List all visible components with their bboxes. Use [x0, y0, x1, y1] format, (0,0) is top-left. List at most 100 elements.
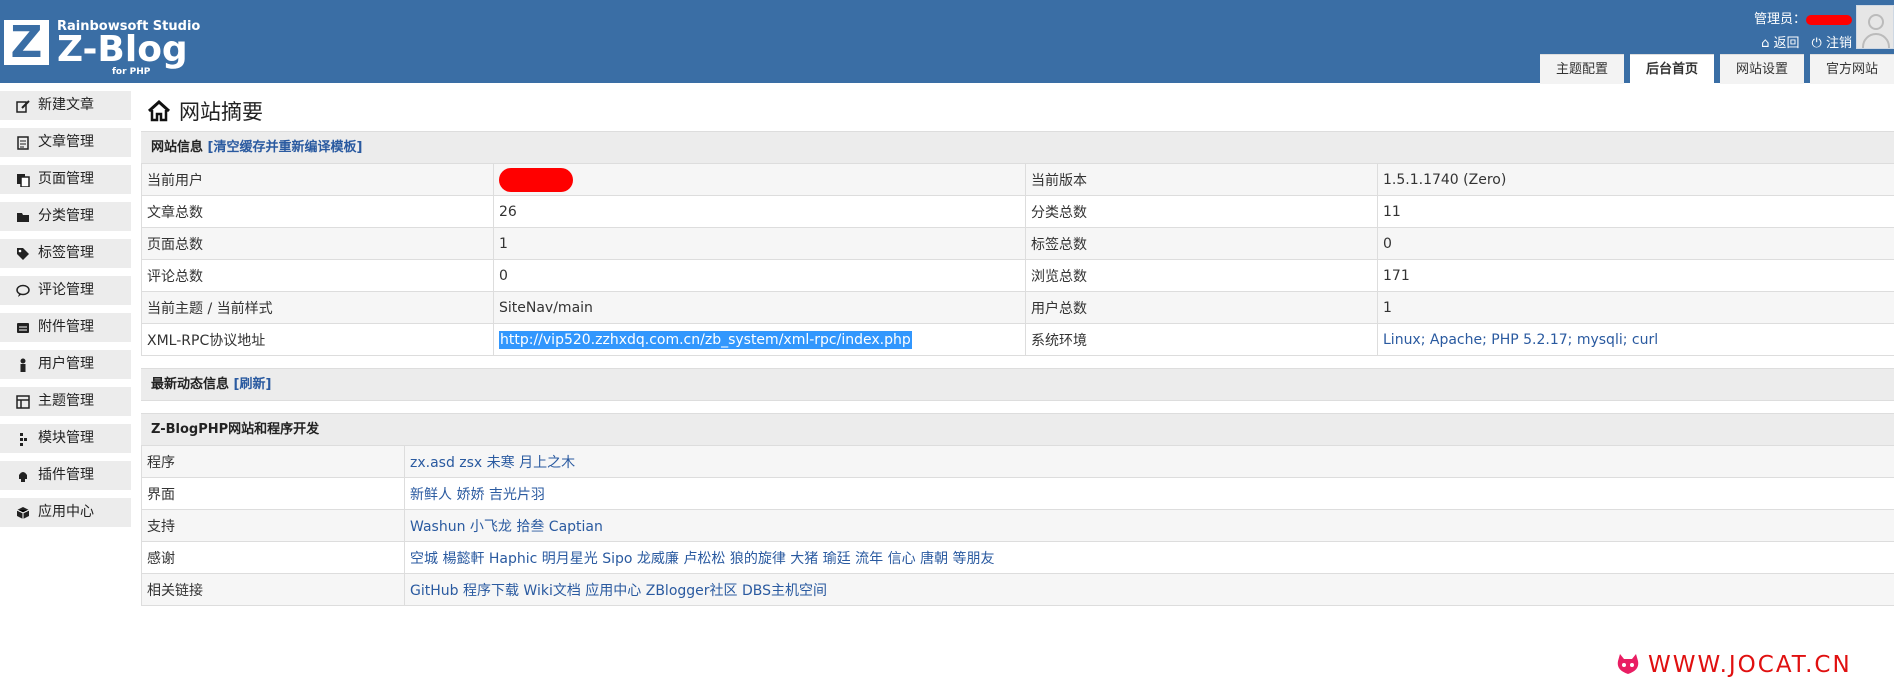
redacted-username — [499, 167, 573, 192]
info-key: 分类总数 — [1025, 195, 1378, 228]
tab-theme-config[interactable]: 主题配置 — [1539, 54, 1624, 84]
table-row: XML-RPC协议地址 http://vip520.zzhxdq.com.cn/… — [141, 323, 1894, 356]
sidebar-item-new-article[interactable]: 新建文章 — [0, 91, 131, 120]
info-value: 11 — [1377, 195, 1894, 228]
sidebar-item-label: 页面管理 — [38, 171, 94, 187]
logo[interactable]: Z Rainbowsoft Studio Z-Blog for PHP — [4, 20, 200, 77]
user-icon — [16, 358, 30, 372]
sidebar-item-tags[interactable]: 标签管理 — [0, 239, 131, 268]
table-row: 页面总数 1 标签总数 0 — [141, 227, 1894, 260]
page-title: 网站摘要 — [147, 91, 1894, 131]
refresh-link[interactable]: [刷新] — [234, 377, 272, 392]
table-row: 界面 新鲜人 娇娇 吉光片羽 — [141, 477, 1894, 510]
sidebar-item-modules[interactable]: 模块管理 — [0, 424, 131, 453]
info-key: 页面总数 — [141, 227, 494, 260]
info-key: 标签总数 — [1025, 227, 1378, 260]
redacted-username — [1806, 14, 1852, 25]
news-header: 最新动态信息 [刷新] — [141, 368, 1894, 401]
home-icon: ⌂ — [1761, 36, 1770, 51]
app-center-icon — [16, 506, 30, 520]
dev-value[interactable]: Washun 小飞龙 拾叁 Captian — [404, 509, 1894, 542]
table-row: 感谢 空城 楊懿軒 Haphic 明月星光 Sipo 龙威廉 卢松松 狼的旋律 … — [141, 541, 1894, 574]
sidebar-item-pages[interactable]: 页面管理 — [0, 165, 131, 194]
info-value — [493, 164, 1026, 196]
main-content: 网站摘要 网站信息 [清空缓存并重新编译模板] 当前用户 当前版本 1.5.1.… — [141, 91, 1894, 606]
dev-key: 界面 — [141, 477, 405, 510]
dev-key: 程序 — [141, 446, 405, 478]
xmlrpc-url[interactable]: http://vip520.zzhxdq.com.cn/zb_system/xm… — [499, 330, 912, 349]
info-key: 当前版本 — [1025, 164, 1378, 196]
info-value: 1 — [493, 227, 1026, 260]
logo-mark: Z — [4, 20, 49, 65]
sidebar-item-label: 文章管理 — [38, 134, 94, 150]
logout-label: 注销 — [1825, 36, 1852, 51]
site-info-header: 网站信息 [清空缓存并重新编译模板] — [141, 131, 1894, 164]
site-info-label: 网站信息 — [151, 140, 204, 155]
site-info-table: 当前用户 当前版本 1.5.1.1740 (Zero) 文章总数 26 分类总数… — [141, 164, 1894, 356]
logo-sub: for PHP — [112, 67, 151, 77]
news-label: 最新动态信息 — [151, 377, 230, 392]
module-icon — [16, 432, 30, 446]
watermark: WWW.JOCAT.CN — [1614, 652, 1852, 678]
dev-key: 相关链接 — [141, 573, 405, 606]
table-row: 相关链接 GitHub 程序下载 Wiki文档 应用中心 ZBlogger社区 … — [141, 573, 1894, 606]
folder-icon — [16, 210, 30, 224]
sidebar-item-users[interactable]: 用户管理 — [0, 350, 131, 379]
theme-icon — [16, 394, 30, 409]
top-tabs: 主题配置 后台首页 网站设置 官方网站 — [1539, 54, 1894, 84]
info-key: 浏览总数 — [1025, 259, 1378, 292]
sidebar-item-label: 模块管理 — [38, 430, 94, 446]
info-key: 当前用户 — [141, 164, 494, 196]
dev-table: 程序 zx.asd zsx 未寒 月上之木 界面 新鲜人 娇娇 吉光片羽 支持 … — [141, 446, 1894, 606]
tab-admin-home[interactable]: 后台首页 — [1629, 54, 1714, 84]
sidebar-item-app-center[interactable]: 应用中心 — [0, 498, 131, 527]
dev-value[interactable]: zx.asd zsx 未寒 月上之木 — [404, 446, 1894, 478]
dev-value[interactable]: GitHub 程序下载 Wiki文档 应用中心 ZBlogger社区 DBS主机… — [404, 573, 1894, 606]
sidebar-item-categories[interactable]: 分类管理 — [0, 202, 131, 231]
sidebar-item-label: 附件管理 — [38, 319, 94, 335]
logout-link[interactable]: ⏻ 注销 — [1812, 32, 1852, 51]
pages-icon — [16, 173, 30, 187]
sidebar-item-label: 标签管理 — [38, 245, 94, 261]
table-row: 当前主题 / 当前样式 SiteNav/main 用户总数 1 — [141, 291, 1894, 324]
sidebar-item-themes[interactable]: 主题管理 — [0, 387, 131, 416]
sidebar-item-plugins[interactable]: 插件管理 — [0, 461, 131, 490]
system-env-value: Linux; Apache; PHP 5.2.17; mysqli; curl — [1377, 323, 1894, 356]
sidebar-item-attachments[interactable]: 附件管理 — [0, 313, 131, 342]
sidebar-item-comments[interactable]: 评论管理 — [0, 276, 131, 305]
sidebar-item-label: 新建文章 — [38, 97, 94, 113]
dev-key: 感谢 — [141, 541, 405, 574]
sidebar-item-label: 分类管理 — [38, 208, 94, 224]
user-box: 管理员： ⌂ 返回 ⏻ 注销 — [1712, 10, 1852, 51]
table-row: 当前用户 当前版本 1.5.1.1740 (Zero) — [141, 164, 1894, 196]
watermark-text: WWW.JOCAT.CN — [1648, 652, 1852, 678]
info-value: 171 — [1377, 259, 1894, 292]
cat-logo-icon — [1617, 654, 1639, 674]
logo-brand: Z-Blog — [57, 29, 188, 70]
top-header: Z Rainbowsoft Studio Z-Blog for PHP 管理员：… — [0, 0, 1894, 84]
dev-value[interactable]: 新鲜人 娇娇 吉光片羽 — [404, 477, 1894, 510]
articles-icon — [16, 135, 30, 150]
sidebar-item-label: 评论管理 — [38, 282, 94, 298]
sidebar-item-label: 主题管理 — [38, 393, 94, 409]
info-key: 文章总数 — [141, 195, 494, 228]
info-value: 1 — [1377, 291, 1894, 324]
avatar[interactable] — [1856, 5, 1894, 49]
sidebar-item-label: 应用中心 — [38, 504, 94, 520]
table-row: 支持 Washun 小飞龙 拾叁 Captian — [141, 509, 1894, 542]
back-label: 返回 — [1773, 36, 1800, 51]
sidebar-item-articles[interactable]: 文章管理 — [0, 128, 131, 157]
tab-site-settings[interactable]: 网站设置 — [1719, 54, 1804, 84]
info-key: 评论总数 — [141, 259, 494, 292]
info-key: 当前主题 / 当前样式 — [141, 291, 494, 324]
dev-value[interactable]: 空城 楊懿軒 Haphic 明月星光 Sipo 龙威廉 卢松松 狼的旋律 大猪 … — [404, 541, 1894, 574]
info-key: 用户总数 — [1025, 291, 1378, 324]
tab-official-site[interactable]: 官方网站 — [1809, 54, 1894, 84]
table-row: 程序 zx.asd zsx 未寒 月上之木 — [141, 446, 1894, 478]
clear-cache-link[interactable]: [清空缓存并重新编译模板] — [208, 140, 363, 155]
back-link[interactable]: ⌂ 返回 — [1761, 32, 1799, 51]
table-row: 评论总数 0 浏览总数 171 — [141, 259, 1894, 292]
edit-icon — [16, 99, 30, 113]
admin-label: 管理员： — [1753, 12, 1806, 27]
plugin-icon — [16, 469, 30, 483]
